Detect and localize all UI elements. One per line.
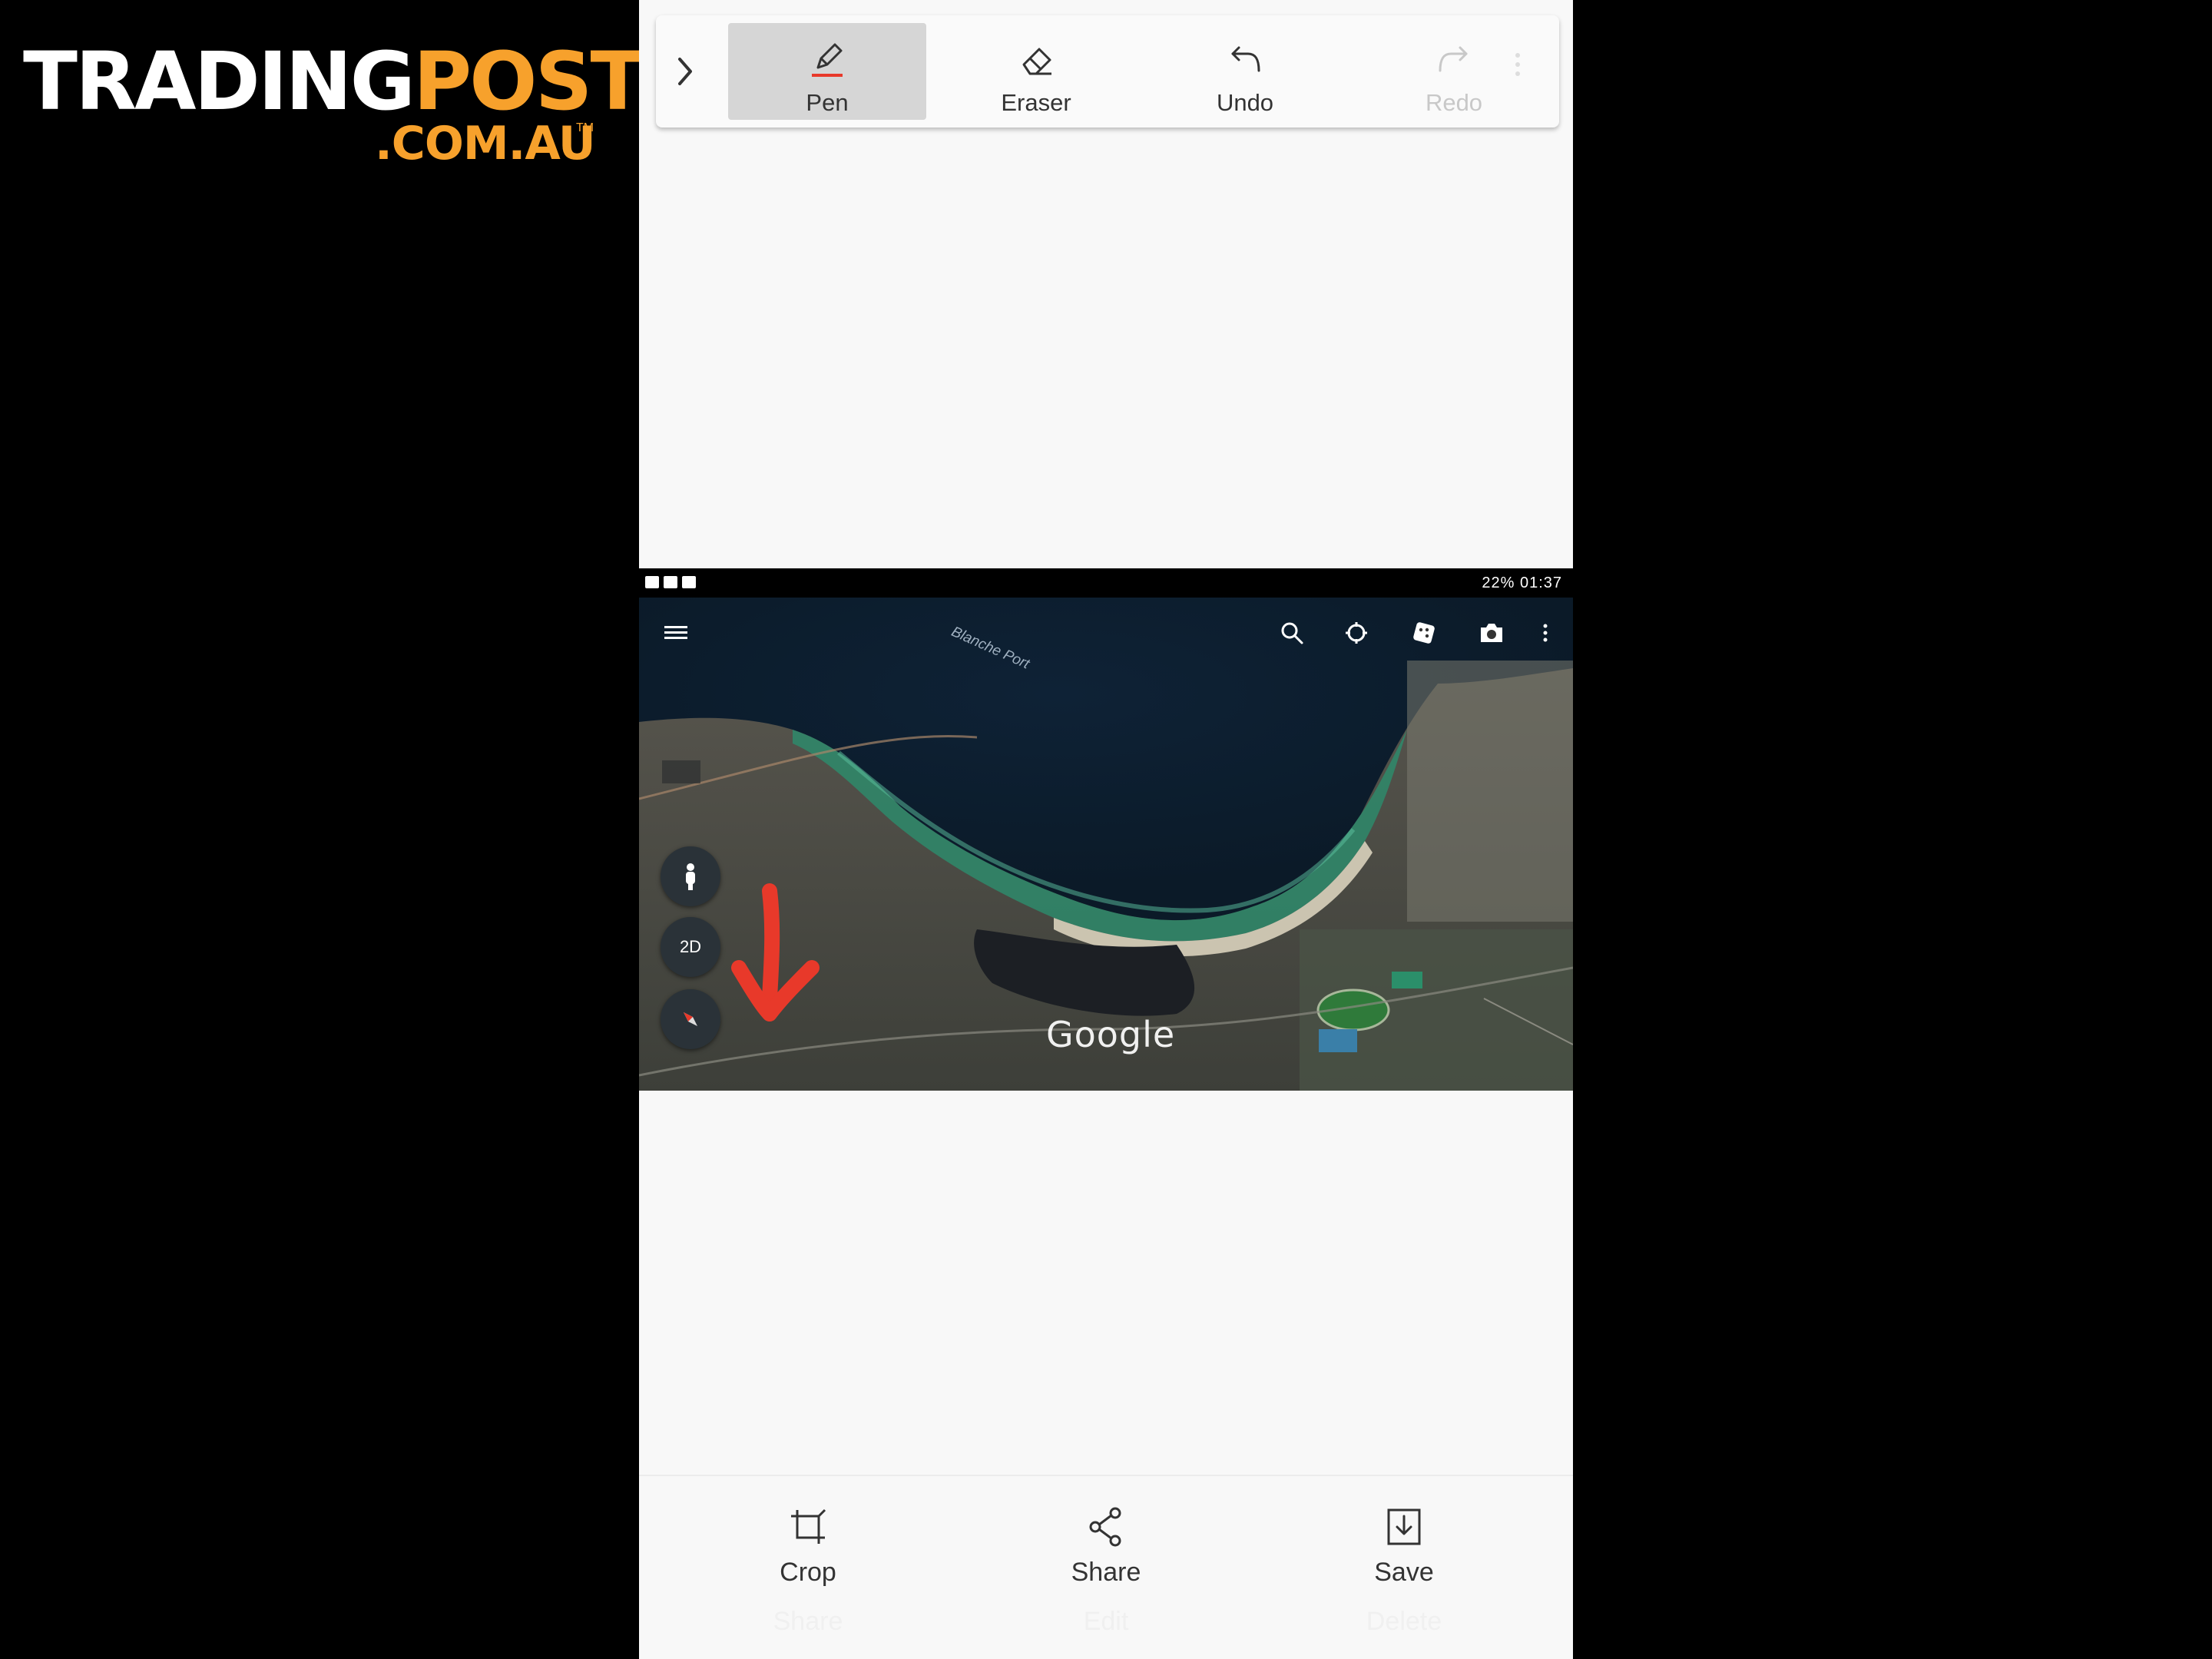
compass-button[interactable] [661,989,720,1049]
share-icon [1089,1507,1121,1547]
chevron-right-icon [678,58,692,85]
share-label: Share [1071,1558,1141,1587]
drawing-toolbar: Pen Eraser Undo Redo [656,15,1559,127]
feeling-lucky-icon [1413,622,1435,644]
crop-label: Crop [780,1558,836,1587]
delete-ghost-label: Delete [1366,1607,1442,1636]
map-search-button[interactable] [1277,616,1307,650]
menu-icon [664,626,687,639]
eraser-label: Eraser [1001,89,1071,116]
status-right: 22% 01:37 [1482,575,1562,591]
eraser-tool-button[interactable]: Eraser [937,23,1135,120]
image-notification-icon [664,576,677,588]
eraser-icon [1022,48,1051,75]
edit-ghost-label: Edit [1083,1607,1129,1636]
google-watermark: Google [1046,1014,1176,1055]
map-menu-button[interactable] [661,616,691,650]
bottom-action-bar: Crop Share Share Edit Save Delete [639,1475,1573,1659]
map-voyager-button[interactable] [1341,616,1372,650]
tradingpost-logo: TRADINGPOST .COM.AU TM [23,40,644,171]
share-ghost-label: Share [773,1607,843,1636]
undo-button[interactable]: Undo [1146,23,1344,120]
map-camera-button[interactable] [1476,616,1507,650]
android-status-bar: 22% 01:37 [639,568,1573,598]
crop-icon [791,1508,826,1544]
save-label: Save [1374,1558,1434,1587]
logo-trademark: TM [576,121,594,134]
compass-icon [684,1012,697,1026]
gallery-notification-icon [645,576,659,588]
map-screenshot: 22% 01:37 Blanche Port 2D Google [639,568,1573,1091]
map-feeling-lucky-button[interactable] [1409,616,1439,650]
save-icon [1387,1508,1421,1545]
search-icon [1281,622,1303,644]
logo-trading: TRADING [23,35,416,128]
person-icon [686,863,695,890]
pen-icon [812,43,843,77]
2d-label: 2D [679,937,702,956]
map-more-button[interactable] [1530,616,1561,650]
pen-label: Pen [806,89,849,116]
2d-toggle-button[interactable]: 2D [661,917,720,977]
toolbar-expand-button[interactable] [656,15,714,127]
undo-icon [1231,46,1260,72]
pen-tool-button[interactable]: Pen [728,23,926,120]
redo-label: Redo [1425,89,1483,116]
logo-wordmark: TRADINGPOST [23,40,644,123]
more-vert-icon [1543,624,1548,642]
facebook-notification-icon [682,576,696,588]
more-vert-icon [1515,53,1520,76]
logo-domain: .COM.AU [375,117,596,171]
notification-icons [645,576,696,588]
camera-icon [1481,624,1502,642]
map-top-bar [639,616,1573,654]
logo-post: POST [412,35,644,128]
redo-icon [1439,46,1468,72]
toolbar-more-button[interactable] [1510,38,1525,100]
undo-label: Undo [1216,89,1274,116]
street-view-button[interactable] [661,846,720,906]
phone-screen: Pen Eraser Undo Redo 22% 01:37 Blanche P… [639,0,1573,1659]
voyager-icon [1346,622,1367,644]
